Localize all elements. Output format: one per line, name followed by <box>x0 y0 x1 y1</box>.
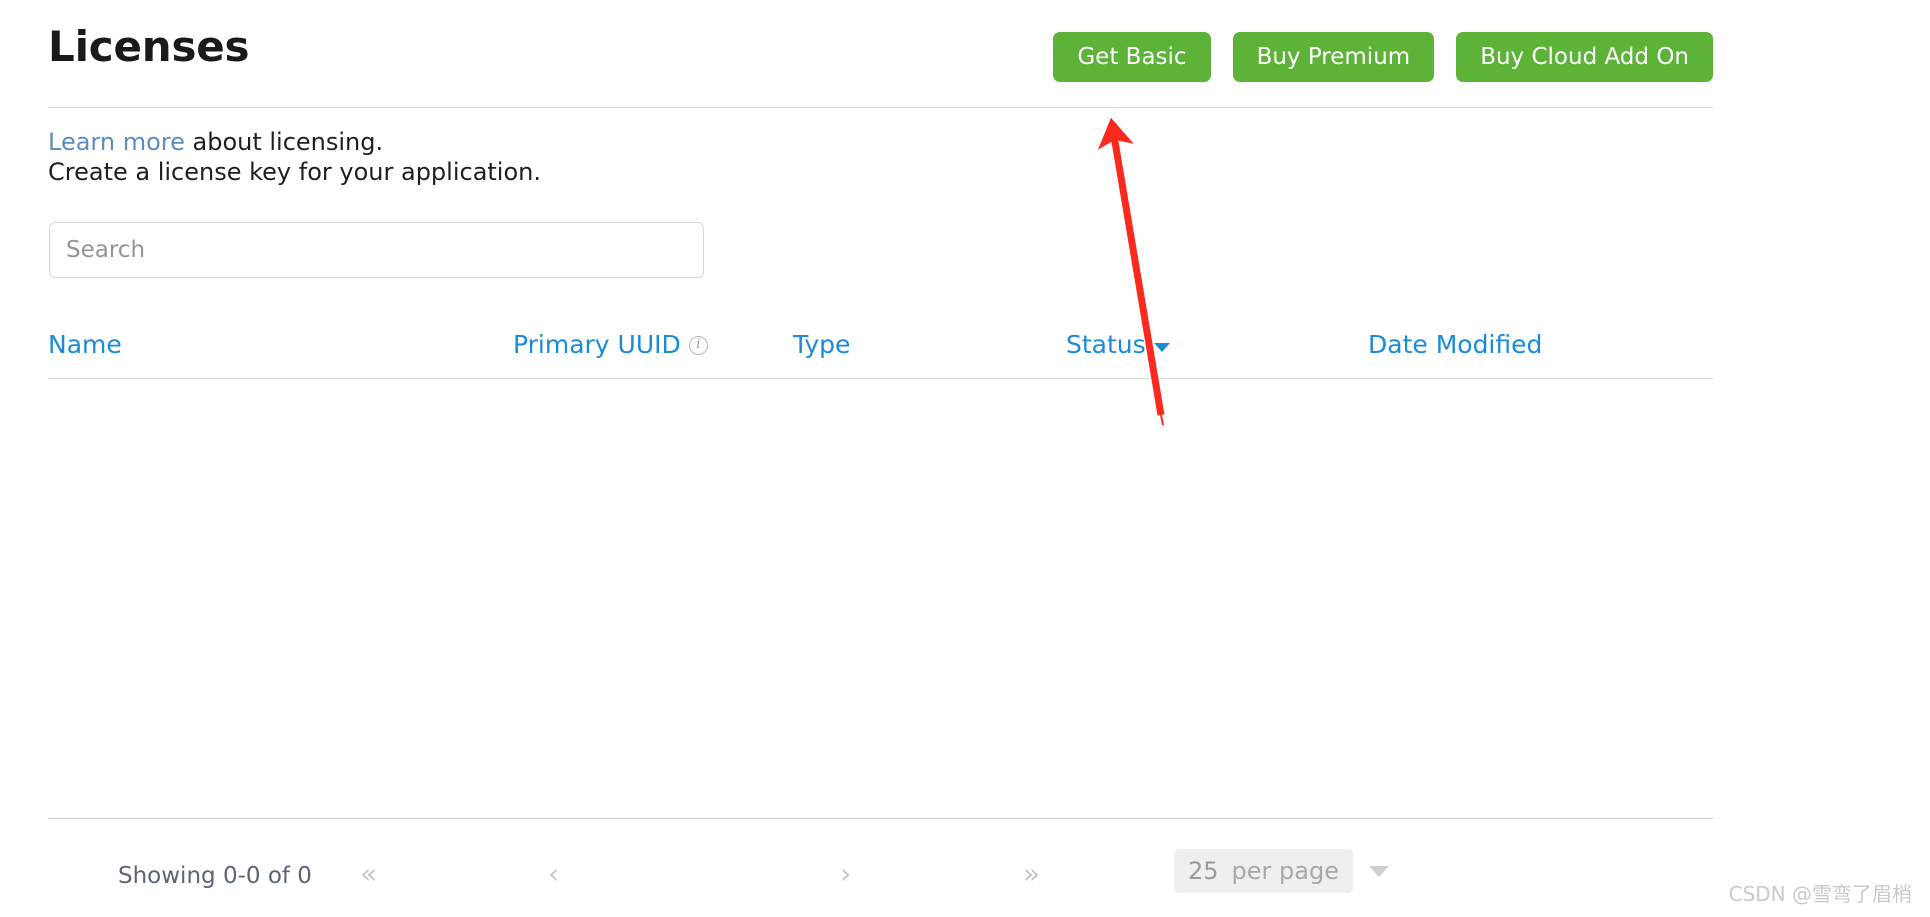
search-field-wrapper <box>49 222 704 278</box>
table-footer: Showing 0-0 of 0 « ‹ › » 25 per page <box>48 818 1713 917</box>
chevron-down-icon-per-page[interactable] <box>1368 865 1389 877</box>
column-header-status[interactable]: Status <box>1066 325 1170 365</box>
next-page-button[interactable]: › <box>840 857 851 891</box>
learn-more-link[interactable]: Learn more <box>48 128 185 156</box>
buy-cloud-add-on-button[interactable]: Buy Cloud Add On <box>1456 32 1713 82</box>
last-page-button[interactable]: » <box>1023 857 1040 891</box>
page-title: Licenses <box>48 22 250 71</box>
buy-premium-button[interactable]: Buy Premium <box>1232 32 1435 82</box>
chevron-down-icon[interactable] <box>1153 342 1170 352</box>
per-page-label: per page <box>1231 857 1339 885</box>
table-body <box>48 379 1713 819</box>
intro-line2: Create a license key for your applicatio… <box>48 158 541 186</box>
column-header-name-label: Name <box>48 330 122 359</box>
search-input[interactable] <box>49 222 704 278</box>
column-header-type[interactable]: Type <box>793 325 850 365</box>
column-header-date-modified-label: Date Modified <box>1368 330 1543 359</box>
page-header: Licenses Get Basic Buy Premium Buy Cloud… <box>48 0 1713 108</box>
info-icon[interactable]: i <box>688 335 708 355</box>
licenses-page: Licenses Get Basic Buy Premium Buy Cloud… <box>0 0 1930 917</box>
get-basic-button[interactable]: Get Basic <box>1053 32 1211 82</box>
header-action-buttons: Get Basic Buy Premium Buy Cloud Add On <box>1053 32 1713 82</box>
column-header-primary-uuid-label: Primary UUID <box>513 330 681 359</box>
per-page-box[interactable]: 25 per page <box>1174 849 1353 893</box>
column-header-type-label: Type <box>793 330 851 359</box>
previous-page-button[interactable]: ‹ <box>548 857 559 891</box>
column-header-name[interactable]: Name <box>48 325 122 365</box>
watermark: CSDN @雪弯了眉梢 <box>1728 882 1912 906</box>
column-header-primary-uuid[interactable]: Primary UUID i <box>513 325 708 365</box>
per-page-value: 25 <box>1188 857 1219 885</box>
intro-line1-rest: about licensing. <box>184 128 384 156</box>
intro-text: Learn more about licensing. Create a lic… <box>48 127 541 187</box>
column-header-status-label: Status <box>1066 330 1146 359</box>
first-page-button[interactable]: « <box>360 857 377 891</box>
per-page-selector[interactable]: 25 per page <box>1174 849 1389 893</box>
column-header-date-modified[interactable]: Date Modified <box>1368 325 1542 365</box>
table-header-row: Name Primary UUID i Type Status Date Mod… <box>48 325 1713 379</box>
showing-count: Showing 0-0 of 0 <box>118 863 312 889</box>
